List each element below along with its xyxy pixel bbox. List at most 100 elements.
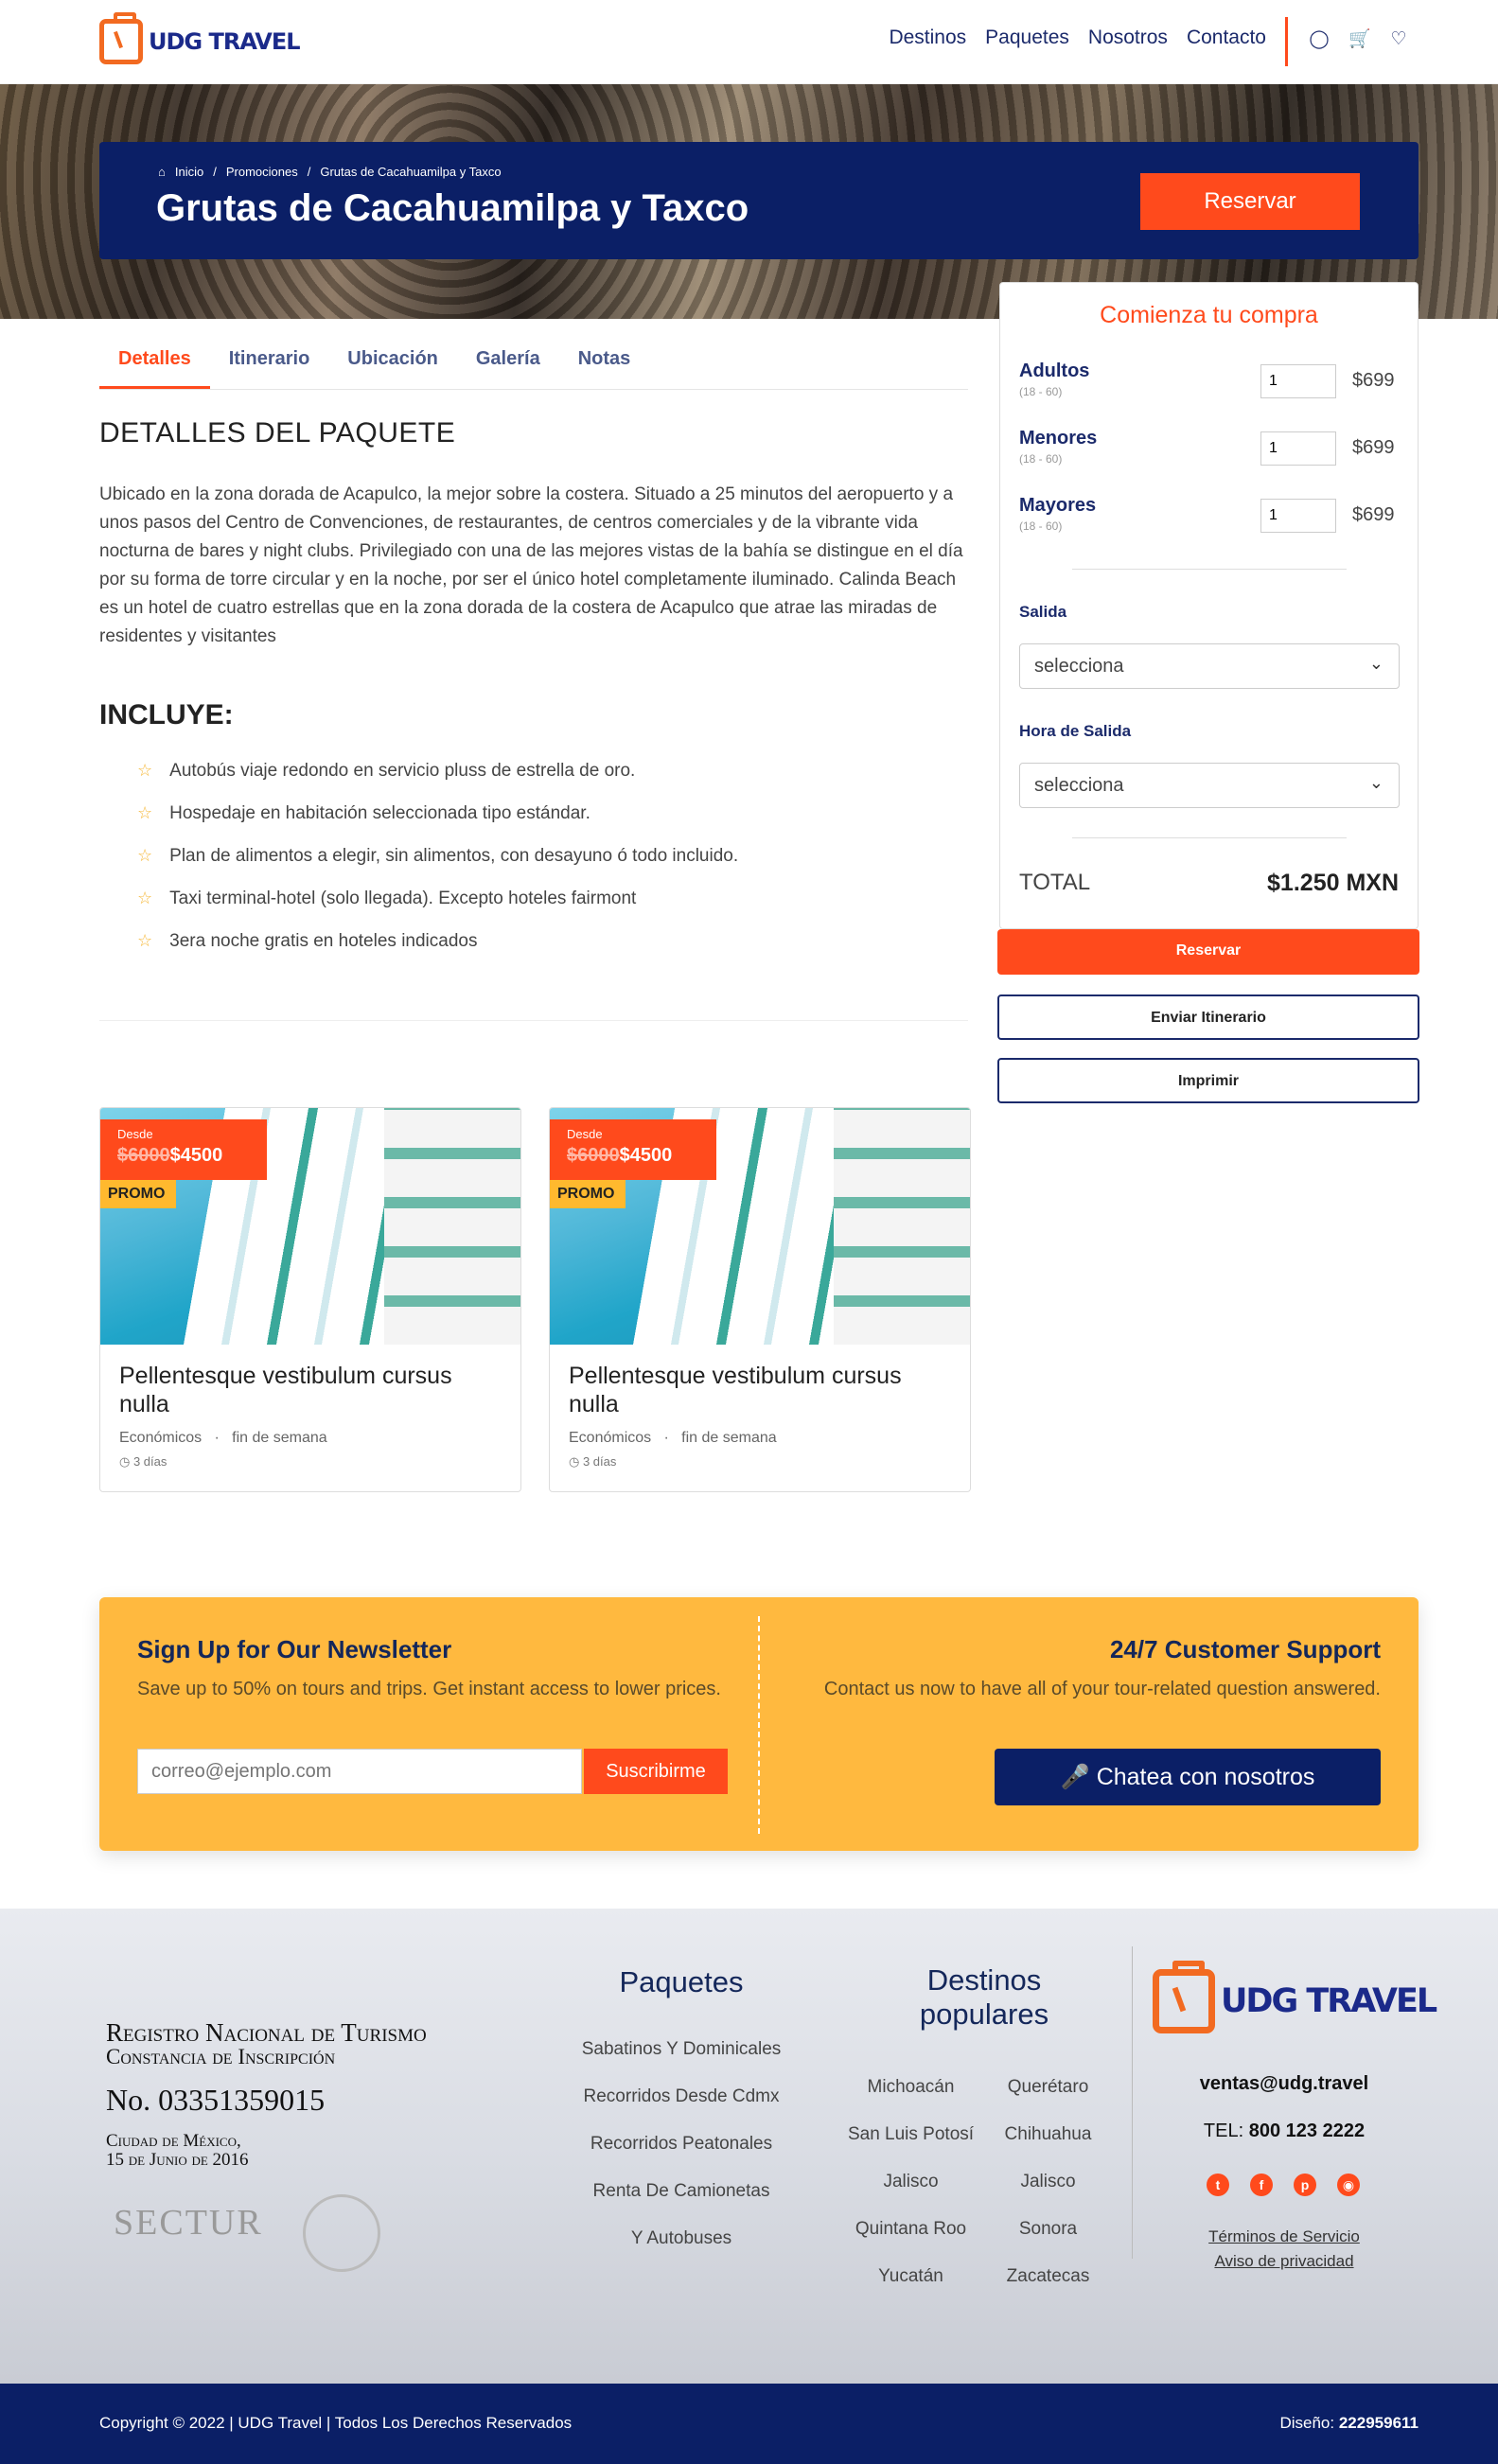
breadcrumb-inicio[interactable]: Inicio — [175, 165, 203, 179]
package-card[interactable]: Desde $6000$4500 PROMO Pellentesque vest… — [99, 1107, 521, 1492]
newsletter-text: Save up to 50% on tours and trips. Get i… — [137, 1679, 721, 1699]
user-icon[interactable]: ◯ — [1309, 29, 1330, 50]
star-icon: ☆ — [137, 889, 153, 907]
footer-link[interactable]: Quintana Roo — [842, 2215, 979, 2244]
registro-number: No. 03351359015 — [106, 2083, 326, 2117]
footer-link[interactable]: Sonora — [979, 2215, 1117, 2244]
footer-link[interactable]: Y Autobuses — [549, 2228, 814, 2276]
package-duration: ◷ 3 días — [119, 1454, 167, 1469]
chevron-down-icon: ⌄ — [1368, 654, 1383, 673]
pinterest-icon[interactable]: p — [1294, 2174, 1316, 2196]
registro-title: Registro Nacional de Turismo — [106, 2018, 427, 2047]
includes-list: ☆ Autobús viaje redondo en servicio pluss… — [137, 761, 738, 974]
divider — [99, 1020, 968, 1021]
paquetes-list: Sabatinos Y Dominicales Recorridos Desde… — [549, 2039, 814, 2276]
divider — [1132, 1946, 1133, 2259]
design-credit: Diseño: 222959611 — [1279, 2414, 1419, 2432]
tab-itinerario[interactable]: Itinerario — [210, 335, 329, 389]
footer-link[interactable]: Michoacán — [842, 2073, 979, 2102]
copyright: Copyright © 2022 | UDG Travel | Todos Lo… — [99, 2414, 573, 2432]
tab-detalles[interactable]: Detalles — [99, 335, 210, 389]
package-card[interactable]: Desde $6000$4500 PROMO Pellentesque vest… — [549, 1107, 971, 1492]
footer-logo[interactable]: UDG TRAVEL — [1153, 1961, 1437, 2033]
clock-icon: ◷ — [569, 1454, 580, 1469]
footer-link[interactable]: Renta De Camionetas — [549, 2181, 814, 2228]
footer-link[interactable]: Querétaro — [979, 2073, 1117, 2102]
hora-salida-select[interactable]: selecciona ⌄ — [1019, 763, 1400, 808]
price-tag: Desde $6000$4500 — [550, 1119, 716, 1180]
nav-destinos[interactable]: Destinos — [889, 26, 966, 49]
footer-link[interactable]: Chihuahua — [979, 2121, 1117, 2149]
facebook-icon[interactable]: f — [1250, 2174, 1273, 2196]
package-title[interactable]: Pellentesque vestibulum cursus nulla — [119, 1362, 498, 1418]
details-description: Ubicado en la zona dorada de Acapulco, l… — [99, 484, 963, 646]
adultos-qty-input[interactable] — [1260, 364, 1336, 398]
suitcase-logo-icon — [99, 12, 143, 64]
newsletter-email-input[interactable] — [137, 1749, 582, 1794]
list-item: ☆ Autobús viaje redondo en servicio pluss… — [137, 761, 636, 781]
footer-link[interactable]: San Luis Potosí — [842, 2121, 979, 2149]
list-item: ☆ Hospedaje en habitación seleccionada ti… — [137, 803, 590, 823]
tab-ubicacion[interactable]: Ubicación — [328, 335, 457, 389]
list-item: ☆ Taxi terminal-hotel (solo llegada). Exc… — [137, 889, 637, 908]
footer-email[interactable]: ventas@udg.travel — [1153, 2073, 1416, 2095]
footer: Registro Nacional de Turismo Constancia … — [0, 1909, 1498, 2384]
footer-phone: TEL: 800 123 2222 — [1203, 2121, 1366, 2141]
footer-link[interactable]: Recorridos Peatonales — [549, 2134, 814, 2181]
tab-galeria[interactable]: Galería — [457, 335, 559, 389]
social-links: t f p ◉ — [1207, 2174, 1360, 2196]
footer-link[interactable]: Sabatinos Y Dominicales — [549, 2039, 814, 2086]
home-icon: ⌂ — [158, 165, 166, 179]
footer-link[interactable]: Zacatecas — [979, 2262, 1117, 2291]
star-icon: ☆ — [137, 803, 153, 822]
subscribe-button[interactable]: Suscribirme — [584, 1749, 728, 1794]
hero-reservar-button[interactable]: Reservar — [1140, 173, 1360, 230]
logo[interactable]: UDG TRAVEL — [99, 12, 301, 64]
top-navbar: UDG TRAVEL Destinos Paquetes Nosotros Co… — [0, 0, 1498, 84]
booking-card: Comienza tu compra Adultos (18 - 60) $69… — [999, 282, 1419, 929]
heart-icon[interactable]: ♡ — [1388, 29, 1409, 50]
nav-paquetes[interactable]: Paquetes — [985, 26, 1069, 49]
pax-adultos: Adultos (18 - 60) $699 — [1019, 361, 1398, 414]
star-icon: ☆ — [137, 761, 153, 780]
sectur-logo: SECTUR — [114, 2203, 263, 2243]
cart-icon[interactable]: 🛒 — [1348, 29, 1371, 50]
divider — [1072, 569, 1347, 570]
divider — [1072, 837, 1347, 838]
package-meta: Económicos · fin de semana — [569, 1430, 777, 1446]
list-item: ☆ 3era noche gratis en hoteles indicados — [137, 931, 478, 951]
nav-contacto[interactable]: Contacto — [1187, 26, 1266, 49]
salida-label: Salida — [1019, 603, 1067, 621]
nav-nosotros[interactable]: Nosotros — [1088, 26, 1168, 49]
salida-select[interactable]: selecciona ⌄ — [1019, 643, 1400, 689]
mayores-qty-input[interactable] — [1260, 499, 1336, 533]
package-title[interactable]: Pellentesque vestibulum cursus nulla — [569, 1362, 947, 1418]
price-tag: Desde $6000$4500 — [100, 1119, 267, 1180]
tab-notas[interactable]: Notas — [559, 335, 650, 389]
footer-link[interactable]: Jalisco — [842, 2168, 979, 2196]
microphone-icon: 🎤 — [1060, 1763, 1090, 1790]
nav-divider — [1285, 17, 1288, 66]
privacy-link[interactable]: Aviso de privacidad — [1153, 2252, 1416, 2271]
logo-text: UDG TRAVEL — [149, 28, 301, 55]
clock-icon: ◷ — [119, 1454, 131, 1469]
main-nav: Destinos Paquetes Nosotros Contacto — [889, 26, 1266, 49]
menores-qty-input[interactable] — [1260, 431, 1336, 466]
reservar-button[interactable]: Reservar — [997, 929, 1419, 975]
imprimir-button[interactable]: Imprimir — [997, 1058, 1419, 1103]
booking-title: Comienza tu compra — [1100, 302, 1318, 328]
footer-link[interactable]: Jalisco — [979, 2168, 1117, 2196]
star-icon: ☆ — [137, 846, 153, 865]
star-icon: ☆ — [137, 931, 153, 950]
total-value: $1.250 MXN — [1267, 870, 1399, 896]
footer-link[interactable]: Recorridos Desde Cdmx — [549, 2086, 814, 2134]
enviar-itinerario-button[interactable]: Enviar Itinerario — [997, 994, 1419, 1040]
instagram-icon[interactable]: ◉ — [1337, 2174, 1360, 2196]
twitter-icon[interactable]: t — [1207, 2174, 1229, 2196]
chat-button[interactable]: 🎤 Chatea con nosotros — [995, 1749, 1381, 1805]
newsletter-section: Sign Up for Our Newsletter Save up to 50… — [99, 1597, 1419, 1851]
package-meta: Económicos · fin de semana — [119, 1430, 327, 1446]
breadcrumb-promociones[interactable]: Promociones — [226, 165, 298, 179]
footer-link[interactable]: Yucatán — [842, 2262, 979, 2291]
terms-link[interactable]: Términos de Servicio — [1153, 2227, 1416, 2246]
